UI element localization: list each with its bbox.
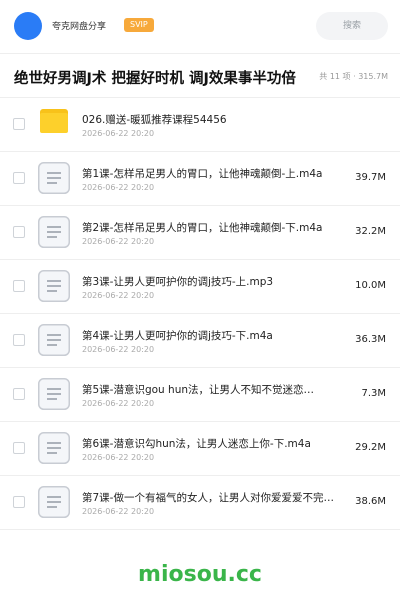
- document-icon: [38, 162, 70, 194]
- document-icon: [38, 216, 70, 248]
- file-date: 2026-06-22 20:20: [82, 291, 155, 300]
- page-title: 绝世好男调J术 把握好时机 调J效果事半功倍: [14, 71, 296, 87]
- document-icon: [38, 378, 70, 410]
- file-size: 39.7M: [355, 172, 386, 183]
- folder-icon: [40, 109, 68, 133]
- file-row[interactable]: 第3课-让男人更呵护你的调j技巧-上.mp3 2026-06-22 20:20 10…: [0, 260, 400, 314]
- file-name: 第4课-让男人更呵护你的调j技巧-下.m4a: [82, 330, 273, 342]
- file-date: 2026-06-22 20:20: [82, 453, 155, 462]
- file-size: 38.6M: [355, 496, 386, 507]
- file-row[interactable]: 第1课-怎样吊足男人的胃口，让他神魂颠倒-上.m4a 2026-06-22 20:…: [0, 152, 400, 206]
- select-checkbox[interactable]: [13, 118, 25, 130]
- file-row[interactable]: 第6课-潜意识勾hun法，让男人迷恋上你-下.m4a 2026-06-22 20:…: [0, 422, 400, 476]
- file-size: 10.0M: [355, 280, 386, 291]
- file-date: 2026-06-22 20:20: [82, 129, 155, 138]
- watermark: miosou.cc: [138, 562, 262, 587]
- file-size: 29.2M: [355, 442, 386, 453]
- file-date: 2026-06-22 20:20: [82, 237, 155, 246]
- svip-badge: SVIP: [124, 18, 154, 32]
- avatar[interactable]: [14, 12, 42, 40]
- select-checkbox[interactable]: [13, 226, 25, 238]
- file-row[interactable]: 第2课-怎样吊足男人的胃口，让他神魂颠倒-下.m4a 2026-06-22 20:…: [0, 206, 400, 260]
- file-name: 026.赠送-暖狐推荐课程54456: [82, 114, 227, 126]
- file-date: 2026-06-22 20:20: [82, 345, 155, 354]
- file-date: 2026-06-22 20:20: [82, 399, 155, 408]
- select-checkbox[interactable]: [13, 280, 25, 292]
- file-name: 第7课-做一个有福气的女人，让男人对你爱爱爱不完…: [82, 492, 334, 504]
- file-row[interactable]: 026.赠送-暖狐推荐课程54456 2026-06-22 20:20: [0, 98, 400, 152]
- file-row[interactable]: 第7课-做一个有福气的女人，让男人对你爱爱爱不完… 2026-06-22 20:2…: [0, 476, 400, 530]
- select-checkbox[interactable]: [13, 496, 25, 508]
- document-icon: [38, 432, 70, 464]
- file-size: 32.2M: [355, 226, 386, 237]
- select-checkbox[interactable]: [13, 172, 25, 184]
- file-size: 36.3M: [355, 334, 386, 345]
- select-checkbox[interactable]: [13, 388, 25, 400]
- share-meta: 共 11 项 · 315.7M: [319, 72, 388, 81]
- file-name: 第6课-潜意识勾hun法，让男人迷恋上你-下.m4a: [82, 438, 311, 450]
- username: 夸克网盘分享: [52, 22, 107, 32]
- file-row[interactable]: 第5课-潜意识gou hun法，让男人不知不觉迷恋… 2026-06-22 20:…: [0, 368, 400, 422]
- document-icon: [38, 270, 70, 302]
- header-bar: 夸克网盘分享 SVIP: [0, 0, 400, 54]
- file-name: 第3课-让男人更呵护你的调j技巧-上.mp3: [82, 276, 274, 288]
- file-name: 第1课-怎样吊足男人的胃口，让他神魂颠倒-上.m4a: [82, 168, 323, 180]
- file-date: 2026-06-22 20:20: [82, 183, 155, 192]
- file-date: 2026-06-22 20:20: [82, 507, 155, 516]
- search-input[interactable]: [316, 12, 388, 40]
- select-checkbox[interactable]: [13, 334, 25, 346]
- file-row[interactable]: 第4课-让男人更呵护你的调j技巧-下.m4a 2026-06-22 20:20 36…: [0, 314, 400, 368]
- file-size: 7.3M: [361, 388, 386, 399]
- share-title-bar: 绝世好男调J术 把握好时机 调J效果事半功倍 共 11 项 · 315.7M: [0, 54, 400, 98]
- file-name: 第2课-怎样吊足男人的胃口，让他神魂颠倒-下.m4a: [82, 222, 323, 234]
- document-icon: [38, 324, 70, 356]
- file-name: 第5课-潜意识gou hun法，让男人不知不觉迷恋…: [82, 384, 315, 396]
- select-checkbox[interactable]: [13, 442, 25, 454]
- file-list: 026.赠送-暖狐推荐课程54456 2026-06-22 20:20 第1课-怎样…: [0, 98, 400, 530]
- document-icon: [38, 486, 70, 518]
